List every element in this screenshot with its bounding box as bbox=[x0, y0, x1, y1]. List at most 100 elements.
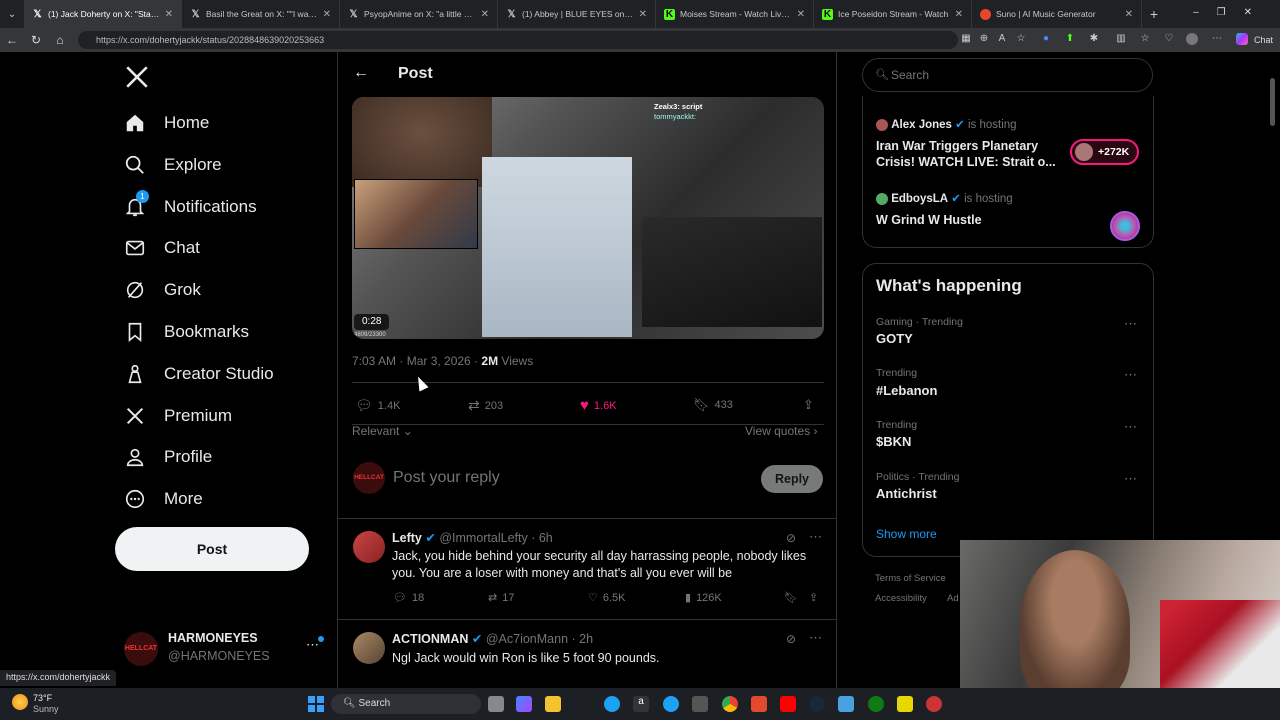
reply-item[interactable]: ACTIONMAN ✔ @Ac7ionMann · 2h ⊘ ⋯ Ngl Jac… bbox=[338, 619, 836, 688]
favorite-icon[interactable]: ☆ bbox=[1015, 33, 1027, 45]
browser-tab[interactable]: 𝕏Basil the Great on X: ""I was much✕ bbox=[182, 0, 340, 28]
share-action[interactable]: ⇪ bbox=[809, 591, 818, 604]
more-icon[interactable]: ⋯ bbox=[1124, 316, 1138, 332]
repost-action[interactable]: ⇄ 203 bbox=[468, 397, 503, 414]
file-explorer-icon[interactable] bbox=[545, 696, 561, 712]
browser-tab[interactable]: 𝕏(1) Jack Doherty on X: "Stable Ron✕ bbox=[24, 0, 182, 28]
chrome-icon[interactable] bbox=[722, 696, 738, 712]
browser-tab[interactable]: K Ice Poseidon Stream - Watch ✕ bbox=[814, 0, 972, 28]
space-host[interactable]: EdboysLA ✔ is hosting bbox=[876, 191, 1013, 205]
footer-link[interactable]: Ad bbox=[947, 593, 959, 604]
more-icon[interactable]: ⋯ bbox=[1124, 471, 1138, 487]
nav-profile[interactable]: Profile bbox=[124, 439, 212, 475]
more-icon[interactable]: ⋯ bbox=[1124, 419, 1138, 435]
copilot-icon[interactable] bbox=[516, 696, 532, 712]
xbox-icon[interactable] bbox=[868, 696, 884, 712]
extension-icon[interactable]: ⬆ bbox=[1064, 33, 1076, 45]
bookmark-action[interactable]: 🔖︎ 433 bbox=[693, 397, 733, 413]
app-icon[interactable]: ▦ bbox=[960, 33, 972, 45]
zoom-icon[interactable]: ⊕ bbox=[978, 33, 990, 45]
profile-avatar[interactable] bbox=[1186, 33, 1198, 45]
app-icon[interactable] bbox=[838, 696, 854, 712]
home-icon[interactable]: ⌂ bbox=[48, 33, 72, 47]
post-button[interactable]: Post bbox=[115, 527, 309, 571]
extension-icon[interactable]: ● bbox=[1040, 33, 1052, 45]
search-input[interactable]: Search bbox=[891, 68, 929, 82]
browser-tab[interactable]: 𝕏PsyopAnime on X: "a little weird h✕ bbox=[340, 0, 498, 28]
show-more-link[interactable]: Show more bbox=[876, 527, 937, 541]
reload-icon[interactable]: ↻ bbox=[24, 33, 48, 47]
trend-item[interactable]: #Lebanon bbox=[876, 383, 937, 398]
back-icon[interactable]: ← bbox=[0, 33, 24, 47]
trend-item[interactable]: GOTY bbox=[876, 331, 913, 346]
reply-action[interactable]: 💬︎ 1.4K bbox=[355, 397, 400, 414]
nav-creator-studio[interactable]: Creator Studio bbox=[124, 356, 274, 392]
page-scrollbar[interactable] bbox=[1270, 78, 1275, 126]
nav-chat[interactable]: Chat bbox=[124, 230, 200, 266]
url-field[interactable]: https://x.com/dohertyjackk/status/202884… bbox=[78, 31, 958, 49]
browser-tab[interactable]: K Moises Stream - Watch Live o ✕ bbox=[656, 0, 814, 28]
edge-icon[interactable] bbox=[663, 696, 679, 712]
browser-tab[interactable]: 𝕏(1) Abbey | BLUE EYES on X: "The I✕ bbox=[498, 0, 656, 28]
copilot-chat-label[interactable]: Chat bbox=[1254, 35, 1273, 45]
listeners-badge[interactable]: +272K bbox=[1070, 139, 1139, 165]
weather-temp[interactable]: 73°F bbox=[33, 693, 52, 703]
copilot-icon[interactable] bbox=[1236, 33, 1248, 45]
weather-condition[interactable]: Sunny bbox=[33, 704, 59, 714]
account-switcher[interactable]: HELLCAT HARMONEYES @HARMONEYES ⋯ bbox=[124, 630, 334, 668]
weather-icon[interactable] bbox=[12, 694, 28, 710]
bookmark-action[interactable]: 🔖︎ bbox=[784, 591, 798, 604]
sort-relevant[interactable]: Relevant ⌄ bbox=[352, 424, 413, 438]
new-tab-button[interactable]: + bbox=[1142, 6, 1166, 22]
trend-item[interactable]: $BKN bbox=[876, 434, 911, 449]
more-icon[interactable]: ⋯ bbox=[809, 529, 822, 545]
youtube-icon[interactable] bbox=[780, 696, 796, 712]
reply-button[interactable]: Reply bbox=[761, 465, 823, 493]
task-view-icon[interactable] bbox=[488, 696, 504, 712]
close-tab-icon[interactable]: ✕ bbox=[955, 9, 963, 20]
nav-home[interactable]: Home bbox=[124, 105, 209, 141]
repost-action[interactable]: ⇄ 17 bbox=[488, 591, 514, 605]
nav-premium[interactable]: Premium bbox=[124, 398, 232, 434]
menu-icon[interactable]: ⋯ bbox=[1211, 33, 1223, 45]
back-arrow-icon[interactable]: ← bbox=[353, 64, 369, 82]
space-avatar[interactable] bbox=[1110, 211, 1140, 241]
close-tab-icon[interactable]: ✕ bbox=[1125, 9, 1133, 20]
favorites-icon[interactable]: ☆ bbox=[1139, 33, 1151, 45]
grok-icon[interactable]: ⊘ bbox=[786, 531, 796, 545]
more-icon[interactable]: ⋯ bbox=[1124, 367, 1138, 383]
amazon-icon[interactable]: a bbox=[633, 696, 649, 712]
reply-action[interactable]: 💬︎ 18 bbox=[393, 591, 424, 605]
reply-item[interactable]: Lefty ✔ @ImmortalLefty · 6h ⊘ ⋯ Jack, yo… bbox=[338, 518, 836, 619]
extensions-icon[interactable]: ✱ bbox=[1088, 33, 1100, 45]
window-controls[interactable]: –❐✕ bbox=[1193, 7, 1270, 18]
nav-grok[interactable]: Grok bbox=[124, 272, 201, 308]
search-box[interactable]: 🔍︎ Search bbox=[862, 58, 1153, 92]
close-tab-icon[interactable]: ✕ bbox=[323, 9, 331, 20]
steam-icon[interactable] bbox=[809, 696, 825, 712]
like-action[interactable]: ♡ 6.5K bbox=[588, 591, 626, 605]
grok-icon[interactable]: ⊘ bbox=[786, 632, 796, 646]
view-quotes-link[interactable]: View quotes › bbox=[745, 424, 818, 438]
close-tab-icon[interactable]: ✕ bbox=[165, 9, 173, 20]
nav-more[interactable]: More bbox=[124, 481, 203, 517]
edge-icon[interactable] bbox=[604, 696, 620, 712]
reply-input[interactable]: Post your reply bbox=[393, 469, 500, 487]
read-aloud-icon[interactable]: A bbox=[996, 33, 1008, 45]
space-title[interactable]: Iran War Triggers Planetary Crisis! WATC… bbox=[876, 138, 1056, 170]
app-icon[interactable] bbox=[897, 696, 913, 712]
video-player[interactable]: Zealx3: script tommyackkt: 0:28 4809/233… bbox=[352, 97, 824, 339]
space-title[interactable]: W Grind W Hustle bbox=[876, 213, 982, 227]
split-screen-icon[interactable]: ▥ bbox=[1115, 33, 1127, 45]
nav-explore[interactable]: Explore bbox=[124, 147, 222, 183]
nav-notifications[interactable]: 1 Notifications bbox=[124, 189, 257, 225]
footer-link[interactable]: Terms of Service bbox=[875, 573, 946, 584]
like-action[interactable]: ♥ 1.6K bbox=[580, 397, 617, 414]
footer-link[interactable]: Accessibility bbox=[875, 593, 927, 604]
taskbar-search[interactable]: 🔍︎ Search bbox=[331, 694, 481, 714]
tab-search-icon[interactable]: ⌄ bbox=[0, 9, 24, 20]
trend-item[interactable]: Antichrist bbox=[876, 486, 937, 501]
browser-tab[interactable]: Suno | AI Music Generator ✕ bbox=[972, 0, 1142, 28]
windows-start-icon[interactable] bbox=[308, 696, 324, 712]
app-icon[interactable] bbox=[751, 696, 767, 712]
